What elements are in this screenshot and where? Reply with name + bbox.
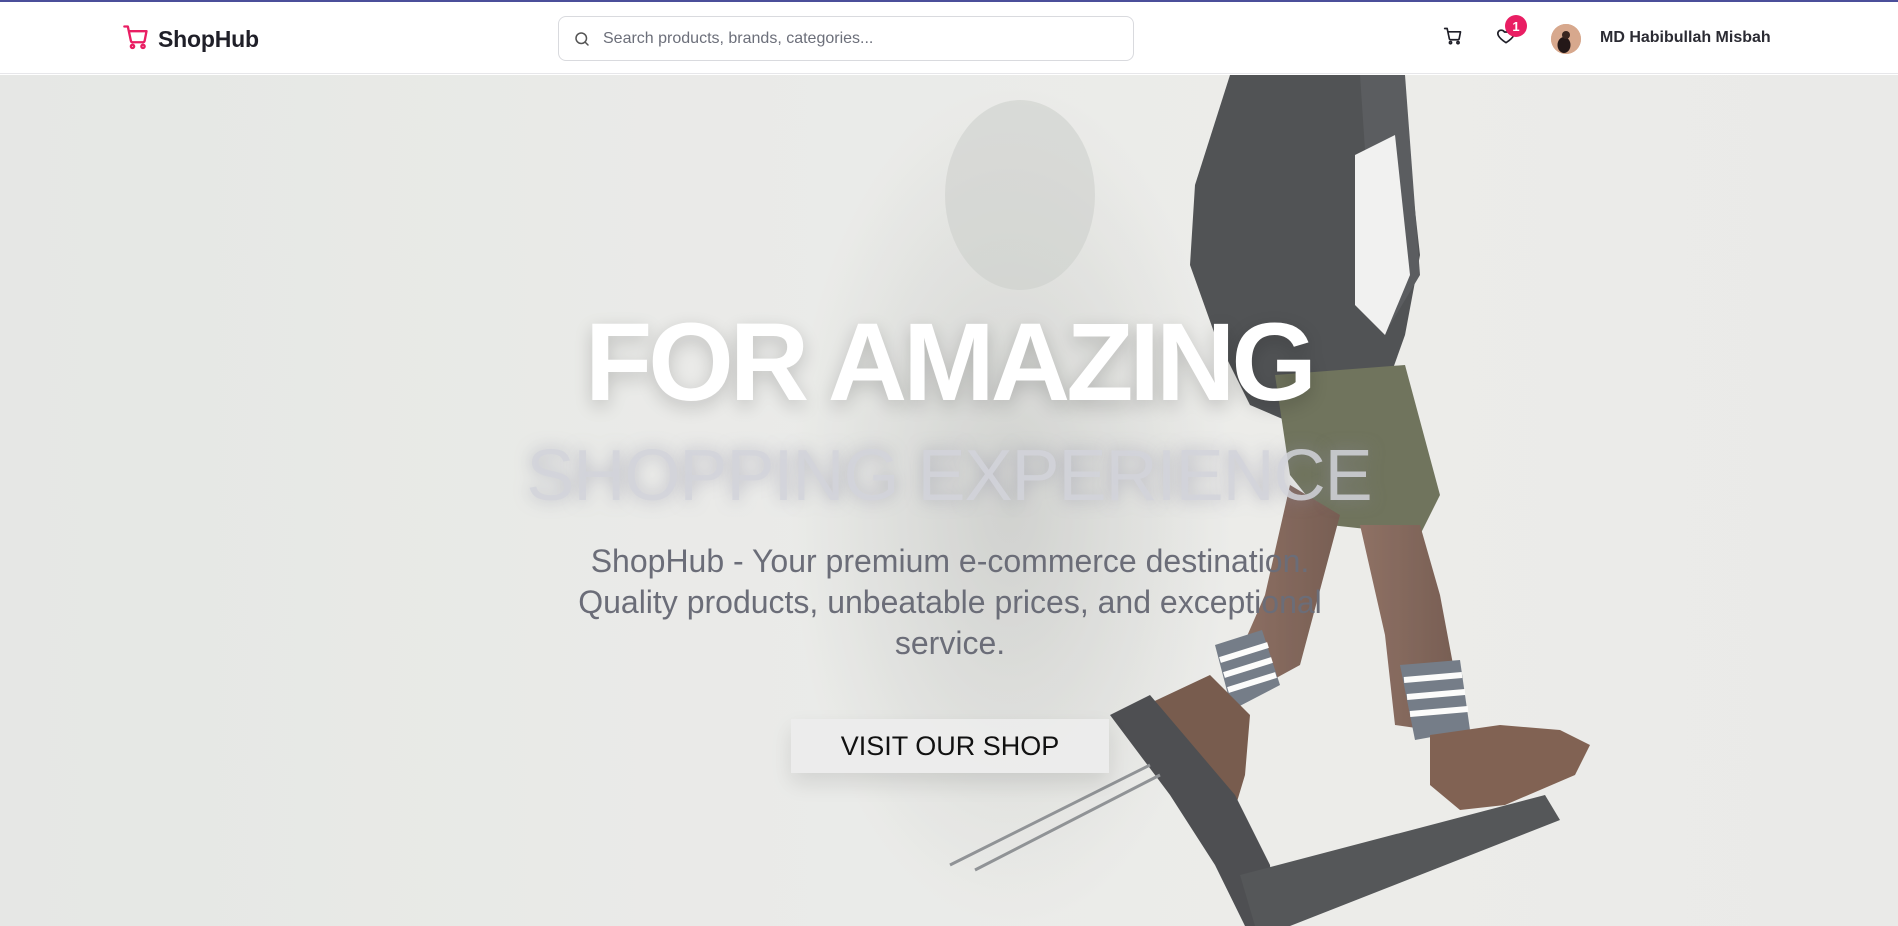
brand-name: ShopHub xyxy=(158,25,259,52)
hero-banner: FOR AMAZING SHOPPING EXPERIENCE ShopHub … xyxy=(0,75,1898,926)
shopping-cart-icon xyxy=(122,23,150,56)
brand-logo[interactable]: ShopHub xyxy=(122,24,259,54)
search-input[interactable] xyxy=(603,18,1133,59)
avatar[interactable] xyxy=(1551,24,1581,54)
navbar: ShopHub 1 xyxy=(0,2,1898,74)
hero-subtitle: SHOPPING EXPERIENCE xyxy=(526,436,1372,516)
cart-button[interactable] xyxy=(1439,24,1467,52)
shopping-cart-icon xyxy=(1443,26,1463,51)
search-bar[interactable] xyxy=(558,16,1134,61)
hero-description: ShopHub - Your premium e-commerce destin… xyxy=(578,543,1322,661)
search-icon xyxy=(573,30,591,48)
hero-title: FOR AMAZING xyxy=(585,301,1317,424)
wishlist-count-badge: 1 xyxy=(1505,15,1527,37)
user-name[interactable]: MD Habibullah Misbah xyxy=(1600,29,1771,47)
visit-shop-button[interactable]: VISIT OUR SHOP xyxy=(791,719,1109,773)
